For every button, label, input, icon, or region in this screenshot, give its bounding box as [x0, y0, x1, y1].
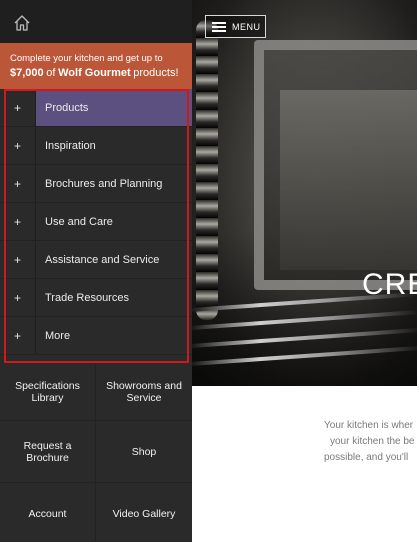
expand-icon[interactable]: +: [0, 241, 36, 278]
expand-icon[interactable]: +: [0, 127, 36, 164]
nav-item-use-care[interactable]: + Use and Care: [0, 203, 192, 241]
nav-list: + Products + Inspiration + Brochures and…: [0, 89, 192, 355]
expand-icon[interactable]: +: [0, 89, 36, 126]
nav-item-trade-resources[interactable]: + Trade Resources: [0, 279, 192, 317]
nav-item-label: Inspiration: [45, 139, 96, 152]
nav-item-inspiration[interactable]: + Inspiration: [0, 127, 192, 165]
quick-link-account[interactable]: Account: [0, 483, 96, 542]
oven-rack: [192, 310, 417, 330]
quick-link-video-gallery[interactable]: Video Gallery: [96, 483, 192, 542]
nav-item-products[interactable]: + Products: [0, 89, 192, 127]
nav-item-label: Assistance and Service: [45, 253, 160, 266]
intro-line: Your kitchen is wher: [324, 420, 414, 431]
nav-item-brochures-planning[interactable]: + Brochures and Planning: [0, 165, 192, 203]
nav-item-assistance-service[interactable]: + Assistance and Service: [0, 241, 192, 279]
intro-text: Your kitchen is wher your kitchen the be…: [324, 418, 417, 466]
nav-item-more[interactable]: + More: [0, 317, 192, 355]
expand-icon[interactable]: +: [0, 279, 36, 316]
nav-item-label: More: [45, 329, 71, 342]
hero-headline: CRE: [362, 268, 417, 301]
nav-item-label: Trade Resources: [45, 291, 129, 304]
quick-link-request-brochure[interactable]: Request a Brochure: [0, 421, 96, 483]
promo-amount: $7,000: [10, 67, 44, 79]
expand-icon[interactable]: +: [0, 165, 36, 202]
intro-line: possible, and you'll: [324, 452, 409, 463]
nav-panel: Complete your kitchen and get up to $7,0…: [0, 0, 192, 542]
nav-item-label: Use and Care: [45, 215, 113, 228]
menu-label: MENU: [232, 21, 261, 32]
nav-item-label: Products: [45, 101, 89, 114]
hero-image: [192, 0, 417, 386]
oven-rack: [192, 346, 417, 366]
quick-link-specifications-library[interactable]: Specifications Library: [0, 364, 96, 421]
quick-links-grid: Specifications Library Showrooms and Ser…: [0, 364, 192, 542]
intro-line: your kitchen the be: [330, 436, 415, 447]
nav-topbar: [0, 0, 192, 43]
expand-icon[interactable]: +: [0, 203, 36, 240]
home-icon[interactable]: [13, 14, 31, 32]
promo-suffix: products!: [133, 67, 179, 79]
quick-link-showrooms-service[interactable]: Showrooms and Service: [96, 364, 192, 421]
promo-line-1: Complete your kitchen and get up to: [10, 53, 163, 64]
oven-interior: [280, 90, 417, 270]
nav-item-label: Brochures and Planning: [45, 177, 163, 190]
expand-icon[interactable]: +: [0, 317, 36, 354]
promo-banner[interactable]: Complete your kitchen and get up to $7,0…: [0, 43, 192, 89]
spiral-rack-handle: [196, 20, 218, 320]
hamburger-icon: [212, 21, 226, 32]
promo-brand: Wolf Gourmet: [58, 67, 131, 79]
promo-of: of: [46, 67, 56, 79]
menu-button[interactable]: MENU: [205, 15, 266, 38]
oven-rack: [192, 328, 417, 348]
quick-link-shop[interactable]: Shop: [96, 421, 192, 483]
